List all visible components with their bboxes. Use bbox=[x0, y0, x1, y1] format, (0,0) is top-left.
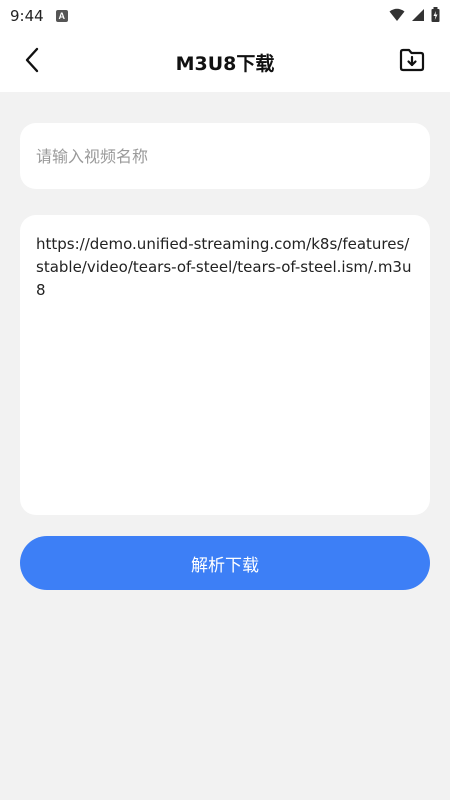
m3u8-url-textarea[interactable]: https://demo.unified-streaming.com/k8s/f… bbox=[20, 215, 430, 515]
folder-download-icon bbox=[399, 48, 425, 76]
status-time: 9:44 bbox=[10, 7, 44, 25]
battery-icon bbox=[431, 6, 440, 26]
video-name-input[interactable] bbox=[20, 123, 430, 189]
signal-icon bbox=[411, 7, 425, 26]
back-button[interactable] bbox=[16, 46, 48, 78]
wifi-icon bbox=[389, 7, 405, 26]
app-bar: M3U8下载 bbox=[0, 32, 450, 92]
back-arrow-icon bbox=[24, 47, 40, 77]
notification-badge-icon: A bbox=[55, 10, 68, 22]
downloads-folder-button[interactable] bbox=[396, 46, 428, 78]
parse-download-button[interactable]: 解析下载 bbox=[20, 536, 430, 590]
status-bar: 9:44 A bbox=[0, 0, 450, 32]
page-title: M3U8下载 bbox=[175, 52, 275, 75]
